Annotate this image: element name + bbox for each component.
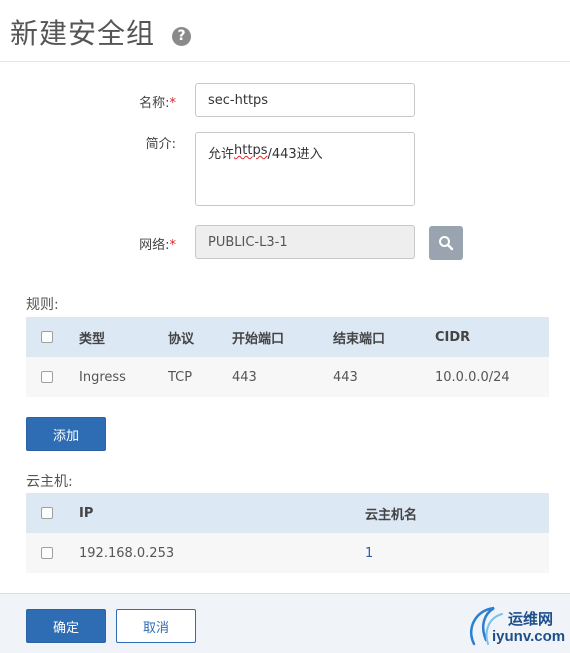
rule-type: Ingress: [79, 369, 126, 385]
watermark-line2: iyunv.com: [492, 628, 566, 645]
col-end-port: 结束端口: [333, 331, 386, 347]
add-rule-button[interactable]: 添加: [26, 417, 106, 451]
rules-section-label: 规则:: [26, 297, 59, 313]
spellcheck-word: https: [234, 143, 268, 158]
table-row[interactable]: 192.168.0.253 1: [26, 533, 549, 573]
network-label: 网络:*: [139, 238, 177, 253]
col-type: 类型: [79, 331, 106, 347]
network-search-button[interactable]: [429, 226, 463, 260]
vms-table-header: IP 云主机名: [26, 493, 549, 533]
vm-name-link[interactable]: 1: [365, 533, 373, 573]
required-marker: *: [169, 96, 177, 111]
vms-table: IP 云主机名 192.168.0.253 1: [26, 493, 549, 573]
col-vm-name: 云主机名: [365, 507, 418, 523]
rule-protocol: TCP: [168, 369, 193, 385]
dialog-header: 新建安全组 ?: [0, 0, 570, 62]
row-checkbox[interactable]: [41, 371, 53, 383]
select-all-checkbox[interactable]: [41, 507, 53, 519]
rule-cidr: 10.0.0.0/24: [435, 369, 510, 385]
col-cidr: CIDR: [435, 329, 471, 345]
row-checkbox[interactable]: [41, 547, 53, 559]
help-icon[interactable]: ?: [172, 27, 191, 46]
rule-start-port: 443: [232, 369, 257, 385]
watermark-logo: 运维网 iyunv.com: [468, 604, 568, 650]
required-marker: *: [169, 238, 177, 253]
col-start-port: 开始端口: [232, 331, 285, 347]
rule-end-port: 443: [333, 369, 358, 385]
select-all-checkbox[interactable]: [41, 331, 53, 343]
cancel-button[interactable]: 取消: [116, 609, 196, 643]
rules-table: 类型 协议 开始端口 结束端口 CIDR Ingress TCP 443 443…: [26, 317, 549, 397]
page-title: 新建安全组: [10, 17, 156, 50]
vm-ip: 192.168.0.253: [79, 545, 175, 561]
name-input[interactable]: sec-https: [195, 83, 415, 117]
name-label: 名称:*: [139, 96, 177, 111]
rules-table-header: 类型 协议 开始端口 结束端口 CIDR: [26, 317, 549, 357]
confirm-button[interactable]: 确定: [26, 609, 106, 643]
search-icon: [439, 236, 454, 251]
description-label: 简介:: [145, 137, 176, 152]
vms-section-label: 云主机:: [26, 474, 73, 490]
network-input[interactable]: PUBLIC-L3-1: [195, 225, 415, 259]
col-ip: IP: [79, 505, 94, 521]
col-protocol: 协议: [168, 331, 195, 347]
table-row[interactable]: Ingress TCP 443 443 10.0.0.0/24: [26, 357, 549, 397]
watermark-line1: 运维网: [508, 610, 554, 628]
description-textarea[interactable]: 允许 https/443进入: [195, 132, 415, 206]
